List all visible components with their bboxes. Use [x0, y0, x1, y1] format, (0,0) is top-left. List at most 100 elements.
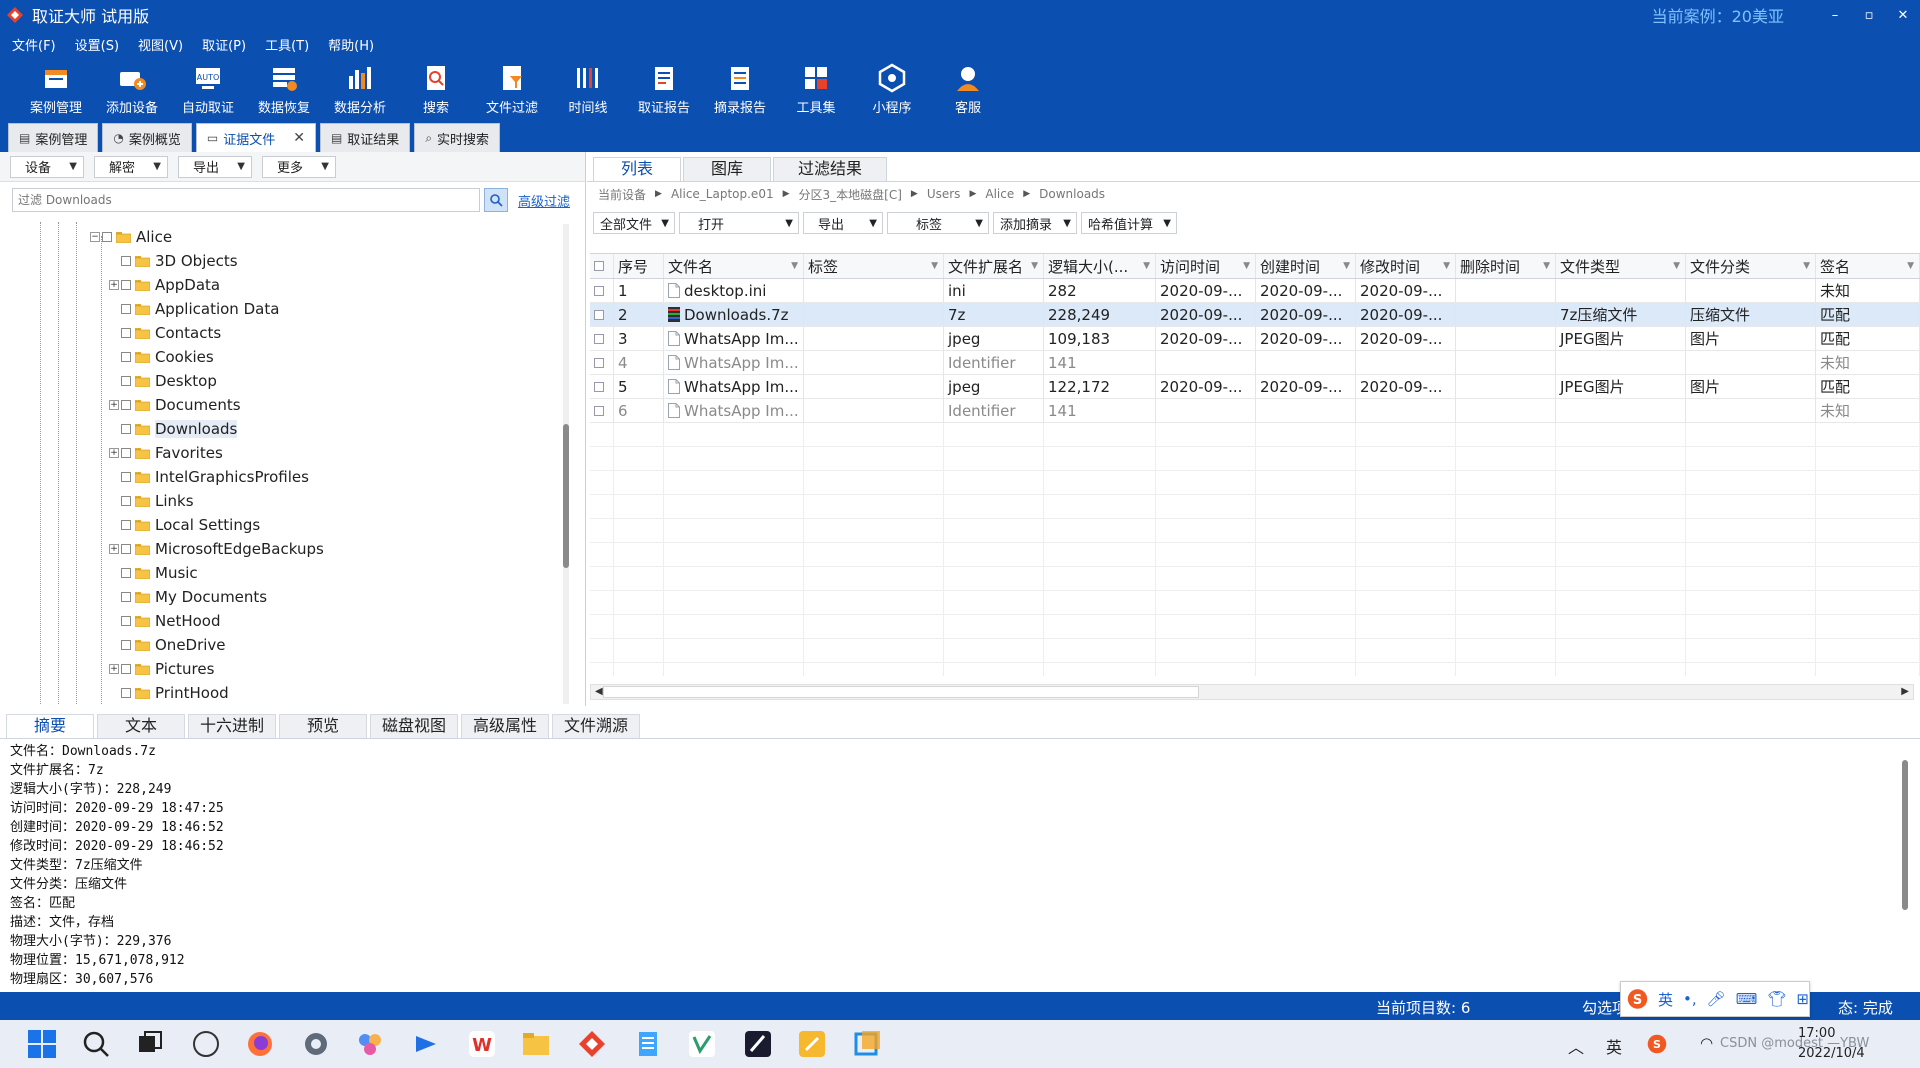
row-checkbox[interactable] — [594, 381, 604, 392]
menu-forensics[interactable]: 取证(P) — [202, 35, 246, 54]
tree-checkbox[interactable] — [102, 232, 112, 242]
ime-punct[interactable]: •, — [1683, 990, 1697, 1008]
tree-item[interactable]: Music — [109, 561, 198, 585]
export-dropdown[interactable]: 导出 ▼ — [178, 155, 252, 178]
wifi-icon[interactable]: ◠ — [1700, 1034, 1713, 1052]
case-manage-button[interactable]: 案例管理 — [18, 58, 94, 120]
tab-case-manage[interactable]: ▤ 案例管理 — [8, 123, 99, 152]
tree-checkbox[interactable] — [121, 256, 131, 266]
table-row[interactable]: 3 WhatsApp Im... jpeg 109,183 2020-09-... 202… — [590, 327, 1920, 351]
feishu-icon[interactable] — [410, 1028, 442, 1060]
table-row[interactable]: 2 Downloads.7z 7z 228,249 2020-09-... 2020-09… — [590, 303, 1920, 327]
tab-filter-results[interactable]: 过滤结果 — [773, 157, 887, 181]
col-logical-size-header[interactable]: 逻辑大小(... ▼ — [1044, 254, 1156, 278]
tree-item[interactable]: Cookies — [109, 345, 214, 369]
column-filter-icon[interactable]: ▼ — [931, 261, 938, 271]
row-checkbox[interactable] — [594, 309, 604, 320]
hash-calc-dropdown[interactable]: 哈希值计算 ▼ — [1081, 212, 1177, 234]
tray-sogou-icon[interactable]: S — [1646, 1033, 1668, 1055]
tree-checkbox[interactable] — [121, 472, 131, 482]
tab-preview[interactable]: 预览 — [279, 714, 367, 738]
table-row[interactable]: 1 desktop.ini ini 282 2020-09-... 2020-09-...… — [590, 279, 1920, 303]
tree-checkbox[interactable] — [121, 496, 131, 506]
window-app-icon[interactable] — [852, 1028, 884, 1060]
tree-scrollbar[interactable] — [563, 224, 569, 704]
notes-app-icon[interactable] — [796, 1028, 828, 1060]
minimize-button[interactable]: – — [1818, 8, 1852, 23]
tree-checkbox[interactable] — [121, 520, 131, 530]
tree-checkbox[interactable] — [121, 352, 131, 362]
file-explorer-icon[interactable] — [520, 1028, 552, 1060]
tree-item[interactable]: + Pictures — [109, 657, 214, 681]
menu-file[interactable]: 文件(F) — [12, 35, 56, 54]
tray-chevron-up-icon[interactable]: ︿ — [1568, 1034, 1584, 1058]
tab-advanced-props[interactable]: 高级属性 — [461, 714, 549, 738]
tree-checkbox[interactable] — [121, 616, 131, 626]
excerpt-report-button[interactable]: 摘录报告 — [702, 58, 778, 120]
column-filter-icon[interactable]: ▼ — [1243, 261, 1250, 271]
tray-lang[interactable]: 英 — [1606, 1034, 1622, 1058]
menu-tools[interactable]: 工具(T) — [265, 35, 309, 54]
column-filter-icon[interactable]: ▼ — [1673, 261, 1680, 271]
filter-search-button[interactable] — [484, 188, 508, 212]
tree-checkbox[interactable] — [121, 568, 131, 578]
tree-item[interactable]: My Documents — [109, 585, 267, 609]
tree-item[interactable]: − Alice — [90, 225, 172, 249]
tree-checkbox[interactable] — [121, 640, 131, 650]
scroll-right-icon[interactable]: ▶ — [1901, 686, 1909, 697]
notepad-icon[interactable] — [632, 1028, 664, 1060]
vcode-app-icon[interactable] — [686, 1028, 718, 1060]
col-file-category-header[interactable]: 文件分类 ▼ — [1686, 254, 1816, 278]
column-filter-icon[interactable]: ▼ — [791, 261, 798, 271]
apps-grid-icon[interactable]: ⊞ — [1796, 990, 1809, 1008]
clock-time[interactable]: 17:00 — [1798, 1026, 1835, 1041]
customer-service-button[interactable]: 客服 — [930, 58, 1006, 120]
device-dropdown[interactable]: 设备 ▼ — [10, 155, 84, 178]
skin-icon[interactable]: 👕︎ — [1767, 990, 1786, 1008]
column-filter-icon[interactable]: ▼ — [1343, 261, 1350, 271]
firefox-icon[interactable] — [244, 1028, 276, 1060]
data-recovery-button[interactable]: 数据恢复 — [246, 58, 322, 120]
detail-scrollbar[interactable] — [1900, 740, 1910, 990]
column-filter-icon[interactable]: ▼ — [1803, 261, 1810, 271]
col-filename-header[interactable]: 文件名 ▼ — [664, 254, 804, 278]
horizontal-scrollbar[interactable]: ◀ ▶ — [590, 684, 1914, 700]
tree-item[interactable]: Contacts — [109, 321, 221, 345]
row-checkbox[interactable] — [594, 357, 604, 368]
task-view-icon[interactable] — [134, 1028, 166, 1060]
column-filter-icon[interactable]: ▼ — [1907, 261, 1914, 271]
col-modify-time-header[interactable]: 修改时间 ▼ — [1356, 254, 1456, 278]
tab-disk-view[interactable]: 磁盘视图 — [370, 714, 458, 738]
col-signature-header[interactable]: 签名 ▼ — [1816, 254, 1920, 278]
breadcrumb-item[interactable]: Downloads — [1039, 187, 1105, 201]
restore-button[interactable]: ▫ — [1852, 8, 1886, 23]
tree-checkbox[interactable] — [121, 544, 131, 554]
tree-checkbox[interactable] — [121, 688, 131, 698]
expand-icon[interactable]: + — [109, 664, 119, 674]
tree-checkbox[interactable] — [121, 448, 131, 458]
tree-item[interactable]: NetHood — [109, 609, 221, 633]
tree-checkbox[interactable] — [121, 424, 131, 434]
tree-item[interactable]: + Documents — [109, 393, 241, 417]
table-row[interactable]: 6 WhatsApp Im... Identifier 141 未知 — [590, 399, 1920, 423]
more-dropdown[interactable]: 更多 ▼ — [262, 155, 336, 178]
drawing-app-icon[interactable] — [742, 1028, 774, 1060]
breadcrumb-item[interactable]: 分区3_本地磁盘[C] — [799, 186, 902, 203]
all-files-dropdown[interactable]: 全部文件 ▼ — [593, 212, 675, 234]
tree-item[interactable]: OneDrive — [109, 633, 226, 657]
tab-hex[interactable]: 十六进制 — [188, 714, 276, 738]
col-seq-header[interactable]: 序号 — [614, 254, 664, 278]
table-row[interactable]: 5 WhatsApp Im... jpeg 122,172 2020-09-... 202… — [590, 375, 1920, 399]
tree-item[interactable]: 3D Objects — [109, 249, 238, 273]
expand-icon[interactable]: + — [109, 280, 119, 290]
tree-item[interactable]: Local Settings — [109, 513, 260, 537]
tree-item[interactable]: Links — [109, 489, 194, 513]
tab-case-overview[interactable]: ◔ 案例概览 — [102, 123, 192, 152]
tree-item[interactable]: + AppData — [109, 273, 220, 297]
column-filter-icon[interactable]: ▼ — [1143, 261, 1150, 271]
menu-view[interactable]: 视图(V) — [138, 35, 183, 54]
data-analysis-button[interactable]: 数据分析 — [322, 58, 398, 120]
breadcrumb-item[interactable]: Alice — [985, 187, 1014, 201]
close-tab-icon[interactable]: ✕ — [293, 130, 305, 146]
tree-checkbox[interactable] — [121, 592, 131, 602]
